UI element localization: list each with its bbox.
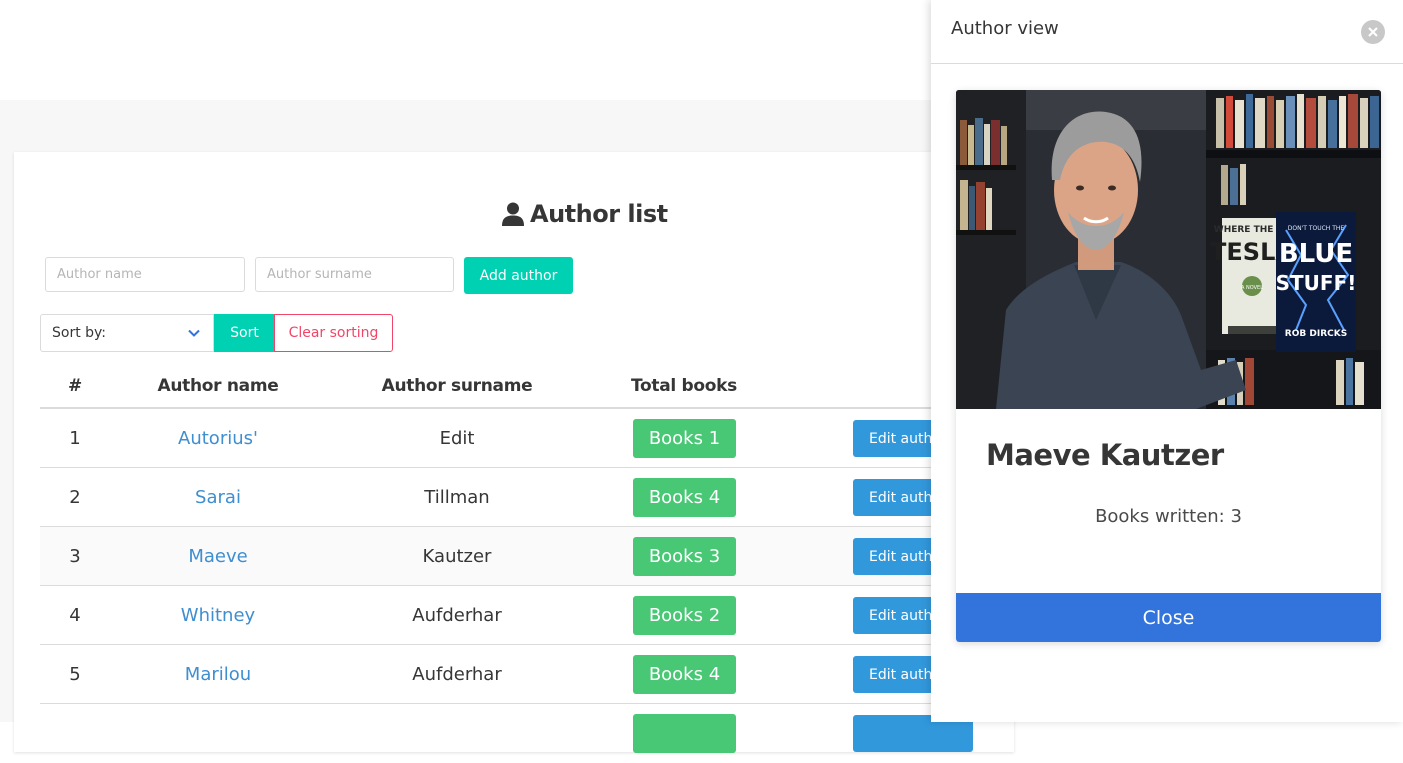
- panel-title: Author view: [951, 18, 1059, 39]
- author-surname: Kautzer: [422, 545, 492, 567]
- sort-button[interactable]: Sort: [214, 314, 275, 352]
- books-button[interactable]: Books 4: [633, 655, 736, 694]
- close-icon[interactable]: [1361, 20, 1385, 44]
- books-written-text: Books written: 3: [1095, 506, 1242, 527]
- author-photo: WHERE THE HE TESLA A NOVEL DON'T TOUCH T…: [956, 90, 1381, 409]
- page-title-text: Author list: [530, 200, 668, 228]
- clear-sorting-button[interactable]: Clear sorting: [274, 314, 393, 352]
- author-name-input[interactable]: [45, 257, 245, 292]
- page-title: Author list: [502, 198, 668, 230]
- sort-select[interactable]: Sort by:: [40, 314, 214, 352]
- chevron-down-icon: [187, 326, 201, 344]
- author-name-link[interactable]: Marilou: [185, 645, 251, 703]
- row-number: 3: [69, 545, 81, 567]
- book-title-text: A NOVEL: [1241, 285, 1263, 291]
- user-icon: [502, 202, 524, 226]
- books-button[interactable]: Books 2: [633, 596, 736, 635]
- row-number: 1: [69, 427, 81, 449]
- author-name-heading: Maeve Kautzer: [986, 438, 1224, 472]
- panel-header: Author view: [931, 0, 1403, 64]
- author-card: WHERE THE HE TESLA A NOVEL DON'T TOUCH T…: [956, 90, 1381, 642]
- row-number: 5: [69, 663, 81, 685]
- author-name-link[interactable]: Autorius': [178, 409, 258, 467]
- books-button[interactable]: [633, 714, 736, 753]
- author-view-panel: Author view WHERE THE HE TESLA A NOVEL D…: [931, 0, 1403, 722]
- add-author-button[interactable]: Add author: [464, 257, 573, 294]
- author-name-link[interactable]: Sarai: [195, 468, 241, 526]
- book-title-text: ROB DIRCKS: [1285, 329, 1347, 339]
- column-header-surname[interactable]: Author surname: [382, 374, 533, 398]
- table-row: 3 Maeve Kautzer Books 3 Edit author: [40, 527, 973, 586]
- author-surname: Aufderhar: [412, 604, 502, 626]
- author-surname: Aufderhar: [412, 663, 502, 685]
- row-number: 2: [69, 486, 81, 508]
- author-name-link[interactable]: Whitney: [181, 586, 255, 644]
- table-row: 5 Marilou Aufderhar Books 4 Edit author: [40, 645, 973, 704]
- table-row: 4 Whitney Aufderhar Books 2 Edit author: [40, 586, 973, 645]
- book-title-text: DON'T TOUCH THE: [1288, 225, 1345, 232]
- book-cover-blue-stuff: DON'T TOUCH THE BLUE STUFF! ROB DIRCKS: [1276, 212, 1357, 352]
- close-button[interactable]: Close: [956, 593, 1381, 642]
- books-button[interactable]: Books 1: [633, 419, 736, 458]
- row-number: 4: [69, 604, 81, 626]
- column-header-num[interactable]: #: [68, 374, 82, 398]
- table-row: [40, 704, 973, 763]
- column-header-name[interactable]: Author name: [158, 374, 279, 398]
- books-button[interactable]: Books 3: [633, 537, 736, 576]
- book-title-text: BLUE: [1279, 239, 1353, 269]
- author-surname: Tillman: [424, 486, 490, 508]
- table-row: 2 Sarai Tillman Books 4 Edit author: [40, 468, 973, 527]
- table-row: 1 Autorius' Edit Books 1 Edit author: [40, 409, 973, 468]
- author-name-link[interactable]: Maeve: [188, 527, 247, 585]
- author-surname: Edit: [439, 427, 475, 449]
- sort-select-value: Sort by:: [52, 325, 107, 341]
- author-surname-input[interactable]: [255, 257, 454, 292]
- books-button[interactable]: Books 4: [633, 478, 736, 517]
- column-header-total-books[interactable]: Total books: [631, 374, 737, 398]
- book-title-text: STUFF!: [1276, 271, 1357, 295]
